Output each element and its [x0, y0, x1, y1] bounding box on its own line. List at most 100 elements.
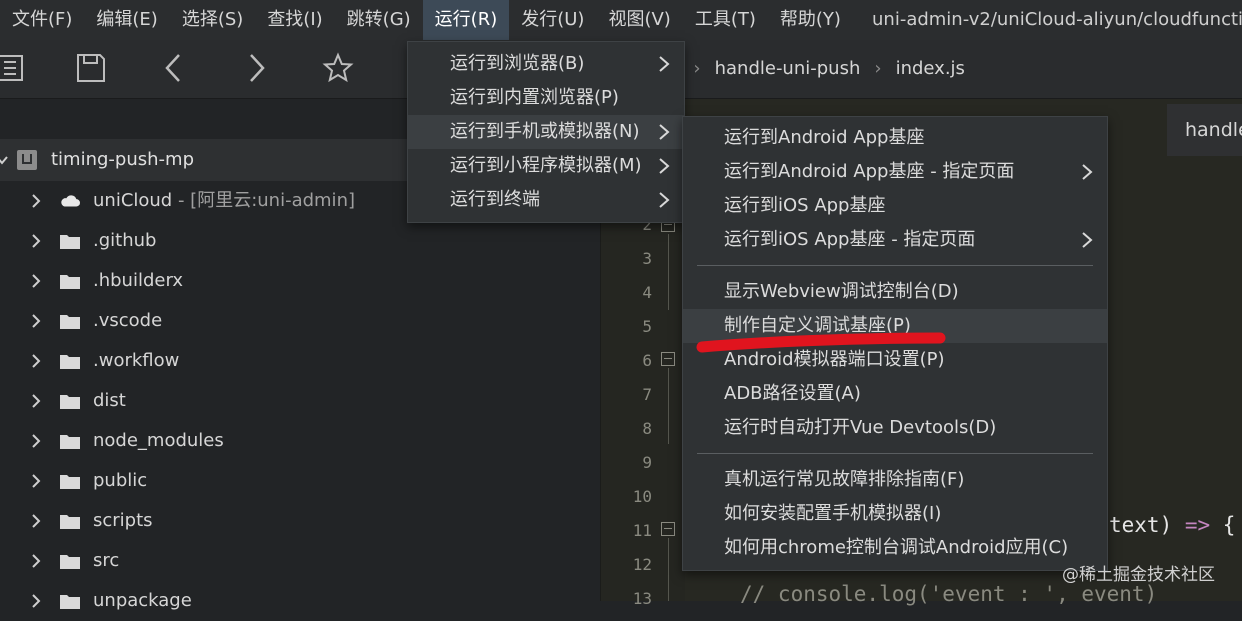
tree-item[interactable]: .workflow — [0, 341, 600, 381]
item-name: .vscode — [93, 310, 163, 331]
star-icon[interactable] — [322, 52, 354, 84]
tree-item[interactable]: public — [0, 461, 600, 501]
menu-3[interactable]: 查找(I) — [255, 0, 334, 40]
run-menu-item[interactable]: 运行到浏览器(B) — [408, 47, 684, 81]
explorer-icon[interactable] — [0, 52, 32, 84]
run-menu: 运行到浏览器(B) 运行到内置浏览器(P) 运行到手机或模拟器(N) 运行到小程序模拟… — [407, 41, 685, 223]
line-number: 13 — [632, 589, 652, 608]
chevron-right-icon[interactable] — [28, 273, 44, 289]
tree-item[interactable]: node_modules — [0, 421, 600, 461]
menu-item-label: 如何用chrome控制台调试Android应用(C) — [724, 537, 1069, 558]
menu-8[interactable]: 工具(T) — [683, 0, 768, 40]
tree-item-label: node_modules — [93, 421, 224, 461]
chevron-right-icon — [659, 158, 670, 174]
item-name: public — [93, 470, 148, 491]
folder-icon — [60, 315, 80, 329]
run-menu-item[interactable]: 运行到手机或模拟器(N) — [408, 115, 684, 149]
tree-item[interactable]: .github — [0, 221, 600, 261]
item-name: node_modules — [93, 430, 224, 451]
menu-item-label: 制作自定义调试基座(P) — [724, 315, 911, 336]
folder-icon — [60, 595, 80, 609]
tree-item-label: scripts — [93, 501, 153, 541]
code-line-13: // console.log('event : ', event) — [740, 582, 1158, 606]
folder-icon — [60, 555, 80, 569]
forward-icon[interactable] — [240, 52, 272, 84]
chevron-right-icon[interactable] — [28, 393, 44, 409]
run-device-submenu: 运行到Android App基座运行到Android App基座 - 指定页面运… — [682, 116, 1108, 571]
chevron-right-icon[interactable] — [28, 193, 44, 209]
tree-item[interactable]: src — [0, 541, 600, 581]
menu-6[interactable]: 发行(U) — [509, 0, 596, 40]
tree-item-label: .hbuilderx — [93, 261, 183, 301]
submenu-item[interactable]: 运行到Android App基座 - 指定页面 — [683, 155, 1107, 189]
tree-item[interactable]: dist — [0, 381, 600, 421]
chevron-right-icon — [1082, 164, 1093, 180]
submenu-item[interactable]: ADB路径设置(A) — [683, 377, 1107, 411]
tree-item-label: uniCloud - [阿里云:uni-admin] — [93, 181, 355, 221]
submenu-item[interactable]: Android模拟器端口设置(P) — [683, 343, 1107, 377]
tree-item[interactable]: scripts — [0, 501, 600, 541]
submenu-item[interactable]: 运行到Android App基座 — [683, 121, 1107, 155]
chevron-right-icon[interactable] — [28, 473, 44, 489]
line-number: 6 — [642, 351, 652, 370]
line-number: 8 — [642, 419, 652, 438]
chevron-down-icon[interactable] — [0, 153, 8, 167]
submenu-item[interactable]: 真机运行常见故障排除指南(F) — [683, 463, 1107, 497]
tree-item-label: .vscode — [93, 301, 162, 341]
folder-icon — [60, 515, 80, 529]
submenu-item[interactable]: 运行时自动打开Vue Devtools(D) — [683, 411, 1107, 445]
menu-item-label: 运行到手机或模拟器(N) — [450, 121, 640, 142]
menu-7[interactable]: 视图(V) — [596, 0, 682, 40]
tree-item-label: unpackage — [93, 581, 192, 621]
cloud-icon — [61, 195, 80, 207]
menu-0[interactable]: 文件(F) — [0, 0, 84, 40]
submenu-item[interactable]: 显示Webview调试控制台(D) — [683, 275, 1107, 309]
folder-icon — [60, 395, 80, 409]
chevron-right-icon[interactable] — [28, 313, 44, 329]
tree-item[interactable]: unpackage — [0, 581, 600, 621]
editor-tab[interactable]: handle — [1167, 104, 1242, 156]
submenu-item[interactable]: 运行到iOS App基座 - 指定页面 — [683, 223, 1107, 257]
breadcrumb-item[interactable]: index.js — [896, 58, 965, 79]
menu-4[interactable]: 跳转(G) — [335, 0, 423, 40]
menu-5[interactable]: 运行(R) — [422, 0, 510, 40]
breadcrumb-item[interactable]: handle-uni-push — [715, 58, 861, 79]
run-menu-item[interactable]: 运行到小程序模拟器(M) — [408, 149, 684, 183]
chevron-right-icon: › — [874, 58, 882, 79]
chevron-right-icon — [659, 192, 670, 208]
folder-icon — [60, 475, 80, 489]
submenu-item[interactable]: 运行到iOS App基座 — [683, 189, 1107, 223]
menu-item-label: 运行到Android App基座 - 指定页面 — [724, 161, 1015, 182]
item-name: .workflow — [93, 350, 180, 371]
tree-item[interactable]: .hbuilderx — [0, 261, 600, 301]
menu-item-label: 真机运行常见故障排除指南(F) — [724, 469, 965, 490]
back-icon[interactable] — [158, 52, 190, 84]
project-name: timing-push-mp — [51, 149, 194, 170]
save-icon[interactable] — [75, 52, 107, 84]
submenu-item[interactable]: 如何安装配置手机模拟器(I) — [683, 497, 1107, 531]
item-name: .github — [93, 230, 157, 251]
submenu-item[interactable]: 如何用chrome控制台调试Android应用(C) — [683, 531, 1107, 565]
fold-toggle-icon[interactable] — [661, 352, 675, 366]
run-menu-item[interactable]: 运行到终端 — [408, 183, 684, 217]
run-menu-item[interactable]: 运行到内置浏览器(P) — [408, 81, 684, 115]
chevron-right-icon[interactable] — [28, 593, 44, 609]
menu-2[interactable]: 选择(S) — [170, 0, 255, 40]
tree-item-label: src — [93, 541, 119, 581]
fold-guide — [668, 234, 669, 310]
chevron-right-icon[interactable] — [28, 353, 44, 369]
chevron-right-icon[interactable] — [28, 433, 44, 449]
tree-item[interactable]: .vscode — [0, 301, 600, 341]
chevron-right-icon — [659, 124, 670, 140]
fold-guide — [668, 368, 669, 444]
chevron-right-icon[interactable] — [28, 233, 44, 249]
chevron-right-icon[interactable] — [28, 553, 44, 569]
menu-separator — [697, 265, 1093, 266]
submenu-item[interactable]: 制作自定义调试基座(P) — [683, 309, 1107, 343]
menu-9[interactable]: 帮助(Y) — [768, 0, 853, 40]
folder-icon — [60, 235, 80, 249]
line-number: 4 — [642, 283, 652, 302]
chevron-right-icon[interactable] — [28, 513, 44, 529]
menu-1[interactable]: 编辑(E) — [84, 0, 169, 40]
fold-toggle-icon[interactable] — [661, 522, 675, 536]
